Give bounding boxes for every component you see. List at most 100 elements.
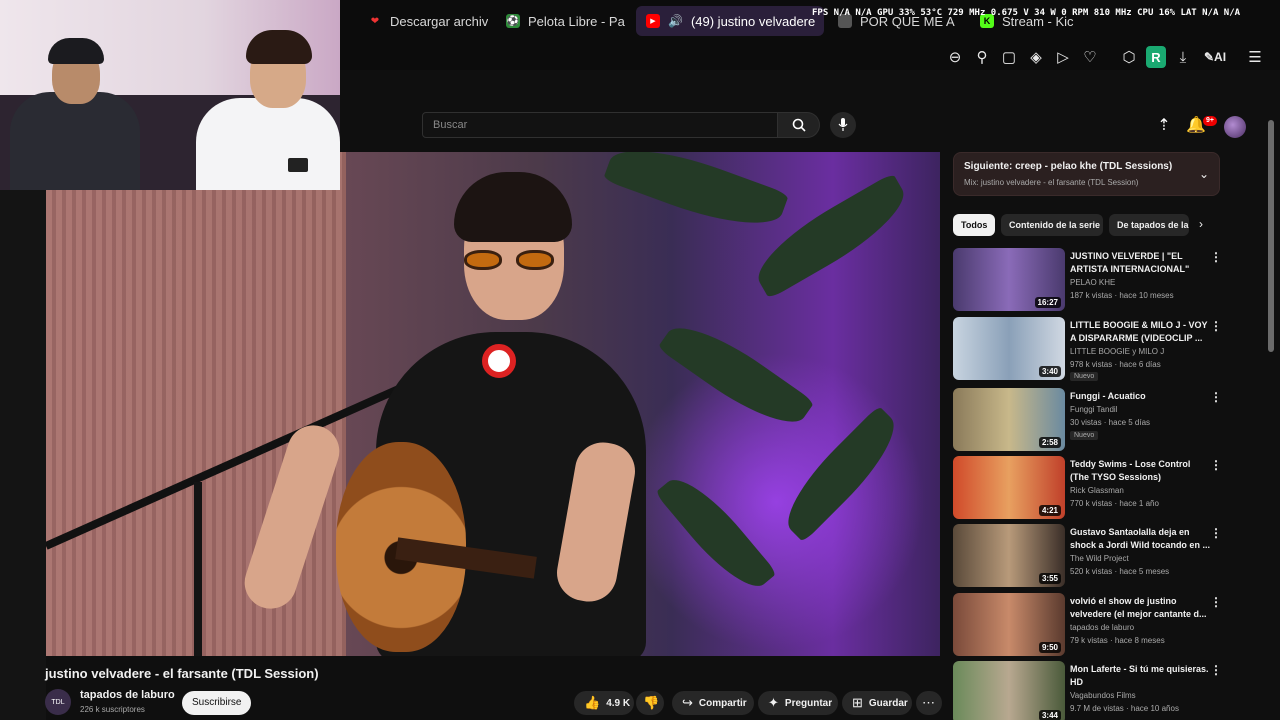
recommendation-item[interactable]: 9:50 volvió el show de justino velvedere… bbox=[953, 593, 1253, 657]
soccer-icon: ⚽ bbox=[506, 14, 520, 28]
chip-todos[interactable]: Todos bbox=[953, 214, 995, 236]
upload-icon[interactable]: ⇡ bbox=[1153, 114, 1175, 136]
menu-icon[interactable]: ☰ bbox=[1244, 46, 1266, 68]
recommendation-item[interactable]: 16:27 JUSTINO VELVERDE | "EL ARTISTA INT… bbox=[953, 248, 1253, 312]
like-button[interactable]: 👍 4.9 K bbox=[574, 691, 634, 715]
ask-button[interactable]: ✦ Preguntar bbox=[758, 691, 838, 715]
tab-label: (49) justino velvadere bbox=[690, 13, 816, 29]
video-microphone bbox=[482, 344, 516, 378]
recommendation-title: JUSTINO VELVERDE | "EL ARTISTA INTERNACI… bbox=[1070, 251, 1190, 274]
search-input[interactable]: Buscar bbox=[422, 112, 778, 138]
save-button[interactable]: ⊞ Guardar bbox=[842, 691, 912, 715]
up-next-title: Siguiente: creep - pelao khe (TDL Sessio… bbox=[964, 161, 1173, 172]
subscribe-button[interactable]: Suscribirse bbox=[182, 691, 252, 715]
download-icon[interactable]: ⤓ bbox=[1172, 46, 1194, 68]
chip-series[interactable]: Contenido de la serie bbox=[1001, 214, 1103, 236]
share-icon: ↪ bbox=[682, 695, 693, 710]
duration-badge: 16:27 bbox=[1034, 297, 1061, 308]
page-scrollbar[interactable] bbox=[1268, 120, 1274, 352]
duration-badge: 9:50 bbox=[1038, 642, 1061, 653]
ai-button[interactable]: ✎ AI bbox=[1198, 46, 1232, 68]
recommendation-title: Gustavo Santaolalla deja en shock a Jord… bbox=[1070, 527, 1210, 550]
more-vertical-icon[interactable]: ⋮ bbox=[1210, 526, 1222, 540]
left-gutter bbox=[0, 190, 46, 720]
recommendation-item[interactable]: 3:44 Mon Laferte - Si tú me quisieras. H… bbox=[953, 661, 1253, 720]
shirt-logo bbox=[288, 158, 308, 172]
more-vertical-icon[interactable]: ⋮ bbox=[1210, 250, 1222, 264]
video-thumbnail: 4:21 bbox=[953, 456, 1065, 519]
microphone-icon bbox=[838, 118, 848, 131]
bookmark-icon: ⊞ bbox=[852, 695, 863, 710]
filter-chips: Todos Contenido de la serie De tapados d… bbox=[953, 214, 1213, 236]
more-vertical-icon[interactable]: ⋮ bbox=[1210, 595, 1222, 609]
duration-badge: 3:55 bbox=[1038, 573, 1061, 584]
recommendation-meta: 187 k vistas · hace 10 meses bbox=[1070, 291, 1174, 300]
duration-badge: 4:21 bbox=[1038, 505, 1061, 516]
chevron-right-icon[interactable]: › bbox=[1199, 217, 1203, 231]
ask-label: Preguntar bbox=[784, 697, 833, 709]
search-button[interactable] bbox=[778, 112, 820, 138]
more-vertical-icon[interactable]: ⋮ bbox=[1210, 458, 1222, 472]
dislike-button[interactable]: 👎 bbox=[636, 691, 664, 715]
more-vertical-icon[interactable]: ⋮ bbox=[1210, 319, 1222, 333]
tab-youtube-active[interactable]: ▶ 🔊 (49) justino velvadere bbox=[636, 6, 824, 36]
recommendation-item[interactable]: 3:40 LITTLE BOOGIE & MILO J - VOY A DISP… bbox=[953, 317, 1253, 381]
up-next-subtitle: Mix: justino velvadere - el farsante (TD… bbox=[964, 178, 1139, 187]
streamer-right-body bbox=[196, 98, 340, 190]
channel-avatar[interactable]: TDL bbox=[45, 689, 71, 715]
video-thumbnail: 9:50 bbox=[953, 593, 1065, 656]
video-mic-stand-pole bbox=[194, 482, 202, 656]
recommendation-title: Mon Laferte - Si tú me quisieras. HD bbox=[1070, 664, 1209, 687]
screenshot-icon[interactable]: ▢ bbox=[998, 46, 1020, 68]
duration-badge: 2:58 bbox=[1038, 437, 1061, 448]
share-button[interactable]: ↪ Compartir bbox=[672, 691, 754, 715]
recommendation-meta: 79 k vistas · hace 8 meses bbox=[1070, 636, 1165, 645]
up-next-panel[interactable]: Siguiente: creep - pelao khe (TDL Sessio… bbox=[953, 152, 1220, 196]
extensions-icon[interactable]: ⬡ bbox=[1118, 46, 1140, 68]
recommendation-meta: 770 k vistas · hace 1 año bbox=[1070, 499, 1159, 508]
video-player[interactable] bbox=[46, 152, 940, 656]
youtube-header: Buscar ⇡ 🔔 9+ bbox=[340, 70, 1280, 150]
heart-outline-icon[interactable]: ♡ bbox=[1079, 46, 1101, 68]
video-plant-leaf bbox=[602, 152, 790, 242]
zoom-out-icon[interactable]: ⊖ bbox=[944, 46, 966, 68]
duration-badge: 3:40 bbox=[1038, 366, 1061, 377]
recommendation-title: volvió el show de justino velvedere (el … bbox=[1070, 596, 1207, 619]
recommendation-channel: PELAO KHE bbox=[1070, 278, 1116, 287]
user-avatar[interactable] bbox=[1224, 116, 1246, 138]
pin-icon[interactable]: ⚲ bbox=[971, 46, 993, 68]
notification-count-badge: 9+ bbox=[1203, 116, 1217, 126]
tab-pelota-libre[interactable]: ⚽ Pelota Libre - Pa bbox=[496, 6, 626, 36]
recommendation-channel: tapados de laburo bbox=[1070, 623, 1135, 632]
streamer-left-body bbox=[10, 92, 140, 190]
chip-channel[interactable]: De tapados de la bbox=[1109, 214, 1189, 236]
thumbs-down-icon: 👎 bbox=[643, 695, 660, 710]
pocket-icon[interactable]: ◈ bbox=[1025, 46, 1047, 68]
browser-toolbar: ⊖ ⚲ ▢ ◈ ▷ ♡ ⬡ R ⤓ ✎ AI ☰ bbox=[340, 44, 1280, 70]
tab-label: Pelota Libre - Pa bbox=[528, 13, 625, 29]
more-actions-button[interactable]: ⋯ bbox=[916, 691, 942, 715]
recommendation-item[interactable]: 4:21 Teddy Swims - Lose Control (The TYS… bbox=[953, 456, 1253, 520]
recommendation-channel: LITTLE BOOGIE y MILO J bbox=[1070, 347, 1165, 356]
screen: ❤ Descargar archiv ⚽ Pelota Libre - Pa ▶… bbox=[0, 0, 1280, 720]
r-extension-button[interactable]: R bbox=[1146, 46, 1166, 68]
more-vertical-icon[interactable]: ⋮ bbox=[1210, 663, 1222, 677]
ai-label: AI bbox=[1214, 50, 1227, 64]
more-vertical-icon[interactable]: ⋮ bbox=[1210, 390, 1222, 404]
recommendation-item[interactable]: 2:58 Funggi - Acuatico Funggi Tandil 30 … bbox=[953, 388, 1253, 452]
recommendation-item[interactable]: 3:55 Gustavo Santaolalla deja en shock a… bbox=[953, 524, 1253, 588]
sparkle-icon: ✦ bbox=[768, 695, 779, 710]
chevron-down-icon[interactable]: ⌄ bbox=[1199, 167, 1209, 181]
recommendation-title: Teddy Swims - Lose Control (The TYSO Ses… bbox=[1070, 459, 1191, 482]
tab-descargar[interactable]: ❤ Descargar archiv bbox=[358, 6, 488, 36]
send-icon[interactable]: ▷ bbox=[1052, 46, 1074, 68]
channel-name[interactable]: tapados de laburo bbox=[80, 689, 175, 701]
search-icon bbox=[792, 118, 806, 132]
recommendation-meta: 9.7 M de vistas · hace 10 años bbox=[1070, 704, 1179, 713]
voice-search-button[interactable] bbox=[830, 112, 856, 138]
heart-icon: ❤ bbox=[370, 15, 380, 27]
recommendation-channel: Vagabundos Films bbox=[1070, 691, 1136, 700]
subscriber-count: 226 k suscriptores bbox=[80, 705, 145, 714]
recommendation-channel: Rick Glassman bbox=[1070, 486, 1124, 495]
tab-label: Descargar archiv bbox=[390, 13, 488, 29]
